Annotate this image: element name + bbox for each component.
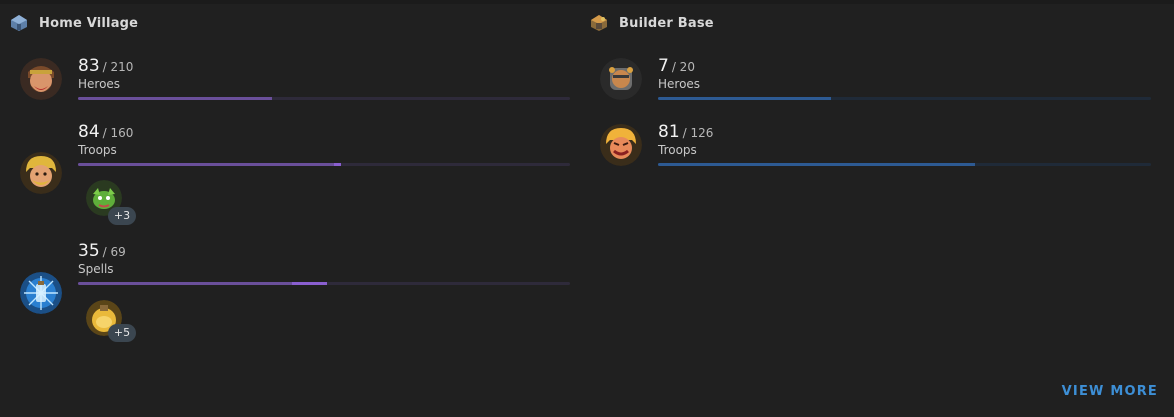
builder-base-title: Builder Base (619, 15, 714, 31)
builder-heroes-label: Heroes (658, 77, 701, 91)
home-village-header: Home Village (9, 13, 138, 33)
home-spells-label: Spells (78, 262, 114, 276)
home-troops-extra-count: +3 (108, 207, 136, 225)
home-spells-count: 35/ 69 (78, 241, 126, 261)
home-troops-value: 84 (78, 122, 100, 142)
builder-heroes-progress-bar (658, 97, 1151, 100)
home-heroes-max: / 210 (102, 60, 134, 74)
barbarian-icon (20, 152, 62, 194)
home-village-icon (9, 13, 29, 33)
builder-troops-progress-fill (658, 163, 975, 166)
raged-barbarian-icon (600, 124, 642, 166)
builder-heroes-count: 7/ 20 (658, 56, 695, 76)
home-heroes-value: 83 (78, 56, 100, 76)
home-heroes-count: 83/ 210 (78, 56, 133, 76)
home-troops-progress-bar (78, 163, 570, 166)
home-troops-max: / 160 (102, 126, 134, 140)
home-troops-label: Troops (78, 143, 117, 157)
home-spells-extra-count: +5 (108, 324, 136, 342)
home-heroes-label: Heroes (78, 77, 121, 91)
lightning-spell-icon (20, 272, 62, 314)
builder-heroes-progress-fill (658, 97, 831, 100)
barbarian-king-icon (20, 58, 62, 100)
builder-troops-label: Troops (658, 143, 697, 157)
home-spells-progress-extra (292, 282, 328, 285)
view-more-link[interactable]: VIEW MORE (1062, 384, 1158, 399)
home-spells-progress-bar (78, 282, 570, 285)
builder-troops-max: / 126 (682, 126, 714, 140)
battle-machine-icon (600, 58, 642, 100)
home-troops-progress-extra (333, 163, 342, 166)
home-heroes-progress-fill (78, 97, 273, 100)
home-spells-progress-fill (78, 282, 293, 285)
home-heroes-progress-bar (78, 97, 570, 100)
builder-troops-progress-bar (658, 163, 1151, 166)
home-village-title: Home Village (39, 15, 139, 31)
progress-panel: Home Village 83/ 210 Heroes 84 / 160 Tro… (0, 4, 1174, 417)
builder-heroes-max: / 20 (671, 60, 695, 74)
home-troops-count: 84/ 160 (78, 122, 133, 142)
home-spells-max: / 69 (102, 245, 126, 259)
builder-troops-value: 81 (658, 122, 680, 142)
builder-base-header: Builder Base (589, 13, 714, 33)
home-spells-value: 35 (78, 241, 100, 261)
builder-troops-count: 81/ 126 (658, 122, 713, 142)
home-troops-progress-fill (78, 163, 334, 166)
builder-heroes-value: 7 (658, 56, 669, 76)
builder-base-icon (589, 13, 609, 33)
